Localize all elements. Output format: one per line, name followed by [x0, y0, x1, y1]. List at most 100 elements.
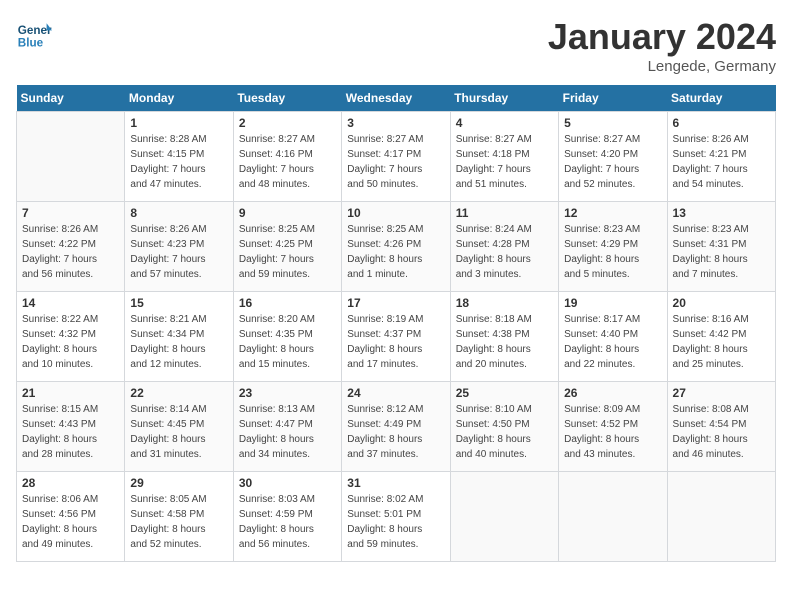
table-row: 18 Sunrise: 8:18 AMSunset: 4:38 PMDayligh…	[450, 292, 558, 382]
day-number: 26	[564, 386, 661, 400]
table-row: 2Sunrise: 8:27 AMSunset: 4:16 PMDaylight…	[233, 112, 341, 202]
calendar-header-row: Sunday Monday Tuesday Wednesday Thursday…	[17, 85, 776, 112]
calendar-week-row: 14 Sunrise: 8:22 AMSunset: 4:32 PMDayligh…	[17, 292, 776, 382]
table-row: 21 Sunrise: 8:15 AMSunset: 4:43 PMDayligh…	[17, 382, 125, 472]
day-number: 27	[673, 386, 770, 400]
table-row: 10 Sunrise: 8:25 AMSunset: 4:26 PMDayligh…	[342, 202, 450, 292]
table-row	[17, 112, 125, 202]
table-row: 20 Sunrise: 8:16 AMSunset: 4:42 PMDayligh…	[667, 292, 775, 382]
day-number: 5	[564, 116, 661, 130]
day-number: 9	[239, 206, 336, 220]
day-number: 19	[564, 296, 661, 310]
day-info: Sunrise: 8:15 AMSunset: 4:43 PMDaylight:…	[22, 402, 119, 462]
col-sunday: Sunday	[17, 85, 125, 112]
day-number: 24	[347, 386, 444, 400]
col-monday: Monday	[125, 85, 233, 112]
day-info: Sunrise: 8:13 AMSunset: 4:47 PMDaylight:…	[239, 402, 336, 462]
day-info: Sunrise: 8:26 AMSunset: 4:21 PMDaylight:…	[673, 132, 770, 192]
day-info: Sunrise: 8:27 AMSunset: 4:16 PMDaylight:…	[239, 132, 336, 192]
day-number: 4	[456, 116, 553, 130]
day-number: 17	[347, 296, 444, 310]
table-row: 25 Sunrise: 8:10 AMSunset: 4:50 PMDayligh…	[450, 382, 558, 472]
page-header: General Blue January 2024 Lengede, Germa…	[16, 16, 776, 75]
month-title: January 2024	[548, 16, 776, 58]
calendar-table: Sunday Monday Tuesday Wednesday Thursday…	[16, 85, 776, 562]
day-info: Sunrise: 8:12 AMSunset: 4:49 PMDaylight:…	[347, 402, 444, 462]
day-number: 10	[347, 206, 444, 220]
table-row: 17 Sunrise: 8:19 AMSunset: 4:37 PMDayligh…	[342, 292, 450, 382]
day-number: 7	[22, 206, 119, 220]
day-number: 15	[130, 296, 227, 310]
day-info: Sunrise: 8:26 AMSunset: 4:23 PMDaylight:…	[130, 222, 227, 282]
day-info: Sunrise: 8:16 AMSunset: 4:42 PMDaylight:…	[673, 312, 770, 372]
day-number: 12	[564, 206, 661, 220]
day-info: Sunrise: 8:19 AMSunset: 4:37 PMDaylight:…	[347, 312, 444, 372]
col-saturday: Saturday	[667, 85, 775, 112]
table-row	[559, 472, 667, 562]
table-row: 27 Sunrise: 8:08 AMSunset: 4:54 PMDayligh…	[667, 382, 775, 472]
day-number: 8	[130, 206, 227, 220]
table-row: 24 Sunrise: 8:12 AMSunset: 4:49 PMDayligh…	[342, 382, 450, 472]
col-friday: Friday	[559, 85, 667, 112]
day-number: 20	[673, 296, 770, 310]
table-row	[667, 472, 775, 562]
table-row: 15 Sunrise: 8:21 AMSunset: 4:34 PMDayligh…	[125, 292, 233, 382]
table-row: 26 Sunrise: 8:09 AMSunset: 4:52 PMDayligh…	[559, 382, 667, 472]
table-row: 13 Sunrise: 8:23 AMSunset: 4:31 PMDayligh…	[667, 202, 775, 292]
day-number: 25	[456, 386, 553, 400]
day-number: 6	[673, 116, 770, 130]
day-number: 29	[130, 476, 227, 490]
day-number: 3	[347, 116, 444, 130]
day-number: 16	[239, 296, 336, 310]
table-row	[450, 472, 558, 562]
col-tuesday: Tuesday	[233, 85, 341, 112]
day-number: 18	[456, 296, 553, 310]
logo: General Blue	[16, 16, 52, 52]
table-row: 1 Sunrise: 8:28 AMSunset: 4:15 PMDaylight…	[125, 112, 233, 202]
day-info: Sunrise: 8:27 AMSunset: 4:17 PMDaylight:…	[347, 132, 444, 192]
table-row: 16 Sunrise: 8:20 AMSunset: 4:35 PMDayligh…	[233, 292, 341, 382]
day-info: Sunrise: 8:25 AMSunset: 4:26 PMDaylight:…	[347, 222, 444, 282]
calendar-week-row: 28Sunrise: 8:06 AMSunset: 4:56 PMDayligh…	[17, 472, 776, 562]
day-info: Sunrise: 8:25 AMSunset: 4:25 PMDaylight:…	[239, 222, 336, 282]
day-info: Sunrise: 8:10 AMSunset: 4:50 PMDaylight:…	[456, 402, 553, 462]
day-number: 22	[130, 386, 227, 400]
day-info: Sunrise: 8:20 AMSunset: 4:35 PMDaylight:…	[239, 312, 336, 372]
day-number: 31	[347, 476, 444, 490]
table-row: 11Sunrise: 8:24 AMSunset: 4:28 PMDayligh…	[450, 202, 558, 292]
day-number: 13	[673, 206, 770, 220]
logo-icon: General Blue	[16, 16, 52, 52]
day-number: 28	[22, 476, 119, 490]
day-info: Sunrise: 8:22 AMSunset: 4:32 PMDaylight:…	[22, 312, 119, 372]
day-info: Sunrise: 8:14 AMSunset: 4:45 PMDaylight:…	[130, 402, 227, 462]
day-number: 23	[239, 386, 336, 400]
day-number: 14	[22, 296, 119, 310]
day-info: Sunrise: 8:08 AMSunset: 4:54 PMDaylight:…	[673, 402, 770, 462]
day-info: Sunrise: 8:09 AMSunset: 4:52 PMDaylight:…	[564, 402, 661, 462]
day-info: Sunrise: 8:17 AMSunset: 4:40 PMDaylight:…	[564, 312, 661, 372]
table-row: 8 Sunrise: 8:26 AMSunset: 4:23 PMDaylight…	[125, 202, 233, 292]
day-info: Sunrise: 8:28 AMSunset: 4:15 PMDaylight:…	[130, 132, 227, 192]
day-info: Sunrise: 8:27 AMSunset: 4:20 PMDaylight:…	[564, 132, 661, 192]
day-number: 21	[22, 386, 119, 400]
day-info: Sunrise: 8:23 AMSunset: 4:31 PMDaylight:…	[673, 222, 770, 282]
day-info: Sunrise: 8:18 AMSunset: 4:38 PMDaylight:…	[456, 312, 553, 372]
day-info: Sunrise: 8:24 AMSunset: 4:28 PMDaylight:…	[456, 222, 553, 282]
table-row: 12Sunrise: 8:23 AMSunset: 4:29 PMDayligh…	[559, 202, 667, 292]
table-row: 14 Sunrise: 8:22 AMSunset: 4:32 PMDayligh…	[17, 292, 125, 382]
calendar-week-row: 7 Sunrise: 8:26 AMSunset: 4:22 PMDaylight…	[17, 202, 776, 292]
location-subtitle: Lengede, Germany	[548, 58, 776, 75]
table-row: 6 Sunrise: 8:26 AMSunset: 4:21 PMDaylight…	[667, 112, 775, 202]
table-row: 4Sunrise: 8:27 AMSunset: 4:18 PMDaylight…	[450, 112, 558, 202]
table-row: 19 Sunrise: 8:17 AMSunset: 4:40 PMDayligh…	[559, 292, 667, 382]
day-info: Sunrise: 8:03 AMSunset: 4:59 PMDaylight:…	[239, 492, 336, 552]
day-number: 30	[239, 476, 336, 490]
table-row: 9 Sunrise: 8:25 AMSunset: 4:25 PMDaylight…	[233, 202, 341, 292]
table-row: 30 Sunrise: 8:03 AMSunset: 4:59 PMDayligh…	[233, 472, 341, 562]
day-info: Sunrise: 8:21 AMSunset: 4:34 PMDaylight:…	[130, 312, 227, 372]
day-info: Sunrise: 8:26 AMSunset: 4:22 PMDaylight:…	[22, 222, 119, 282]
day-number: 1	[130, 116, 227, 130]
table-row: 3 Sunrise: 8:27 AMSunset: 4:17 PMDaylight…	[342, 112, 450, 202]
table-row: 7 Sunrise: 8:26 AMSunset: 4:22 PMDaylight…	[17, 202, 125, 292]
day-info: Sunrise: 8:05 AMSunset: 4:58 PMDaylight:…	[130, 492, 227, 552]
